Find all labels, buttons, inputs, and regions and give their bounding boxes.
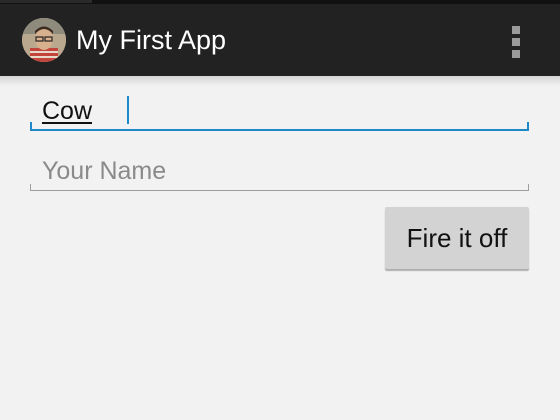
app-title: My First App <box>76 25 227 55</box>
name-input-placeholder: Your Name <box>42 157 167 185</box>
action-bar-shadow <box>0 76 560 86</box>
name-input-tick-left <box>30 184 31 191</box>
app-icon[interactable] <box>22 18 66 62</box>
more-vert-icon-dot <box>512 50 520 58</box>
action-bar: My First App <box>0 4 560 76</box>
more-vert-icon-dot <box>512 38 520 46</box>
text-cursor <box>127 96 129 124</box>
message-input-tick-right <box>527 122 529 131</box>
name-input-underline <box>30 190 529 191</box>
message-input-value[interactable]: Cow <box>42 96 92 126</box>
overflow-menu-button[interactable] <box>500 18 532 62</box>
message-input-underline <box>30 129 529 131</box>
name-input-tick-right <box>528 184 529 191</box>
fire-it-off-button[interactable]: Fire it off <box>385 207 529 269</box>
status-bar-indicator <box>0 0 92 3</box>
message-input[interactable]: Cow <box>30 94 529 134</box>
message-input-tick-left <box>30 122 32 131</box>
avatar-photo-icon <box>22 18 66 62</box>
more-vert-icon-dot <box>512 26 520 34</box>
name-input[interactable]: Your Name <box>30 155 529 195</box>
